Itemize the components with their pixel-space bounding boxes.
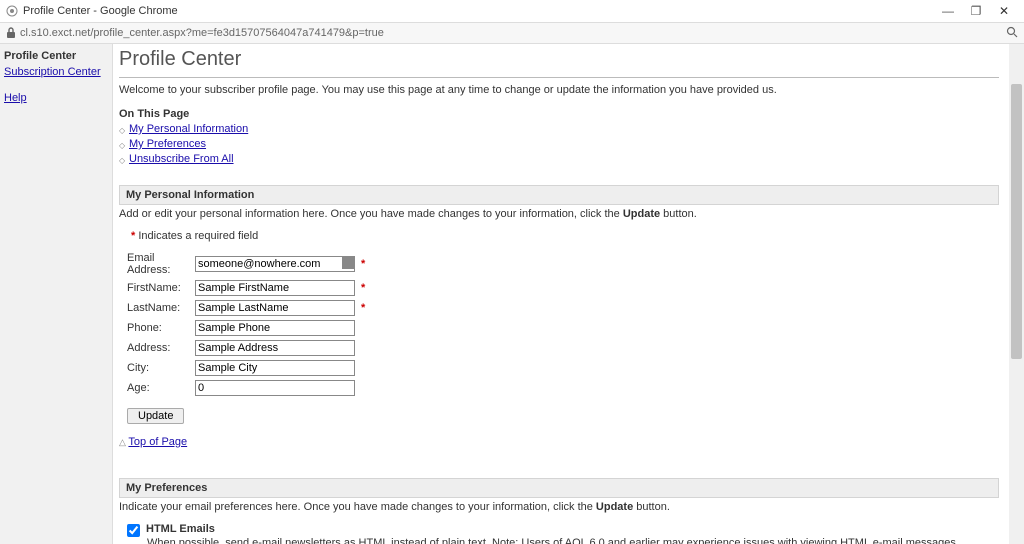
required-star: * — [361, 278, 373, 298]
phone-field[interactable] — [195, 320, 355, 336]
window-minimize-button[interactable]: — — [934, 0, 962, 22]
left-sidebar: Profile Center Subscription Center Help — [0, 44, 113, 544]
otp-link-preferences[interactable]: My Preferences — [129, 138, 206, 150]
sidebar-title: Profile Center — [4, 48, 108, 64]
pref-html-emails: HTML Emails When possible, send e-mail n… — [127, 523, 999, 544]
window-title: Profile Center - Google Chrome — [23, 5, 178, 17]
browser-address-bar[interactable]: cl.s10.exct.net/profile_center.aspx?me=f… — [0, 22, 1024, 44]
sidebar-link-subscription-center[interactable]: Subscription Center — [4, 64, 108, 80]
required-star: * — [361, 250, 373, 278]
label-firstname: FirstName: — [127, 278, 195, 298]
pref-desc: When possible, send e-mail newsletters a… — [147, 537, 999, 544]
vertical-scrollbar[interactable] — [1009, 44, 1024, 544]
label-lastname: LastName: — [127, 298, 195, 318]
main-content: Profile Center Welcome to your subscribe… — [113, 44, 1024, 544]
required-note: * Indicates a required field — [131, 230, 999, 242]
personal-info-form: Email Address: * FirstName: * LastName: … — [127, 250, 373, 398]
otp-link-unsubscribe[interactable]: Unsubscribe From All — [129, 153, 234, 165]
email-field[interactable] — [195, 256, 355, 272]
page-title: Profile Center — [119, 48, 999, 71]
checkbox-html-emails[interactable] — [127, 524, 140, 537]
required-star: * — [361, 298, 373, 318]
address-field[interactable] — [195, 340, 355, 356]
label-city: City: — [127, 358, 195, 378]
section-sub-preferences: Indicate your email preferences here. On… — [119, 501, 999, 513]
lock-icon — [6, 27, 16, 39]
update-button[interactable] — [127, 408, 184, 424]
on-this-page: On This Page My Personal Information My … — [119, 108, 999, 167]
intro-text: Welcome to your subscriber profile page.… — [119, 84, 999, 96]
window-titlebar: Profile Center - Google Chrome — ❐ ✕ — [0, 0, 1024, 22]
age-field[interactable] — [195, 380, 355, 396]
label-email: Email Address: — [127, 250, 195, 278]
firstname-field[interactable] — [195, 280, 355, 296]
on-this-page-title: On This Page — [119, 108, 999, 120]
divider — [119, 77, 999, 78]
search-icon[interactable] — [1000, 26, 1018, 41]
sidebar-link-help[interactable]: Help — [4, 90, 108, 106]
window-maximize-button[interactable]: ❐ — [962, 0, 990, 22]
url-text: cl.s10.exct.net/profile_center.aspx?me=f… — [20, 27, 1000, 39]
label-address: Address: — [127, 338, 195, 358]
window-close-button[interactable]: ✕ — [990, 0, 1018, 22]
otp-link-personal-info[interactable]: My Personal Information — [129, 123, 248, 135]
section-header-preferences: My Preferences — [119, 478, 999, 498]
label-phone: Phone: — [127, 318, 195, 338]
scrollbar-thumb[interactable] — [1011, 84, 1022, 359]
section-header-personal-info: My Personal Information — [119, 185, 999, 205]
section-sub-personal-info: Add or edit your personal information he… — [119, 208, 999, 220]
label-age: Age: — [127, 378, 195, 398]
top-of-page-link[interactable]: Top of Page — [128, 436, 187, 448]
app-icon — [6, 5, 18, 17]
city-field[interactable] — [195, 360, 355, 376]
input-picker-icon[interactable] — [342, 257, 354, 269]
lastname-field[interactable] — [195, 300, 355, 316]
